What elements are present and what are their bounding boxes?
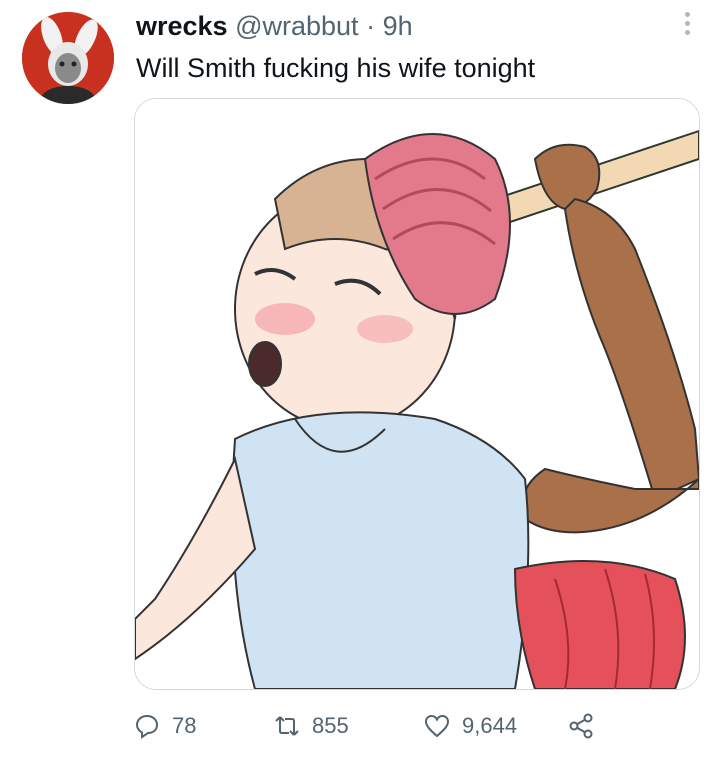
- retweet-icon: [274, 713, 300, 739]
- tweet-header: wrecks @wrabbut · 9h: [136, 10, 413, 42]
- share-button[interactable]: [568, 706, 606, 746]
- share-icon: [568, 713, 594, 739]
- reply-button[interactable]: 78: [134, 706, 196, 746]
- like-button[interactable]: 9,644: [424, 706, 517, 746]
- tweet-text: Will Smith fucking his wife tonight: [136, 53, 536, 83]
- reply-count: 78: [172, 713, 197, 738]
- user-handle[interactable]: @wrabbut: [235, 11, 358, 41]
- avatar[interactable]: [22, 12, 114, 104]
- more-options-icon[interactable]: [684, 12, 692, 36]
- like-icon: [424, 713, 450, 739]
- retweet-button[interactable]: 855: [274, 706, 349, 746]
- like-count: 9,644: [462, 713, 518, 738]
- retweet-count: 855: [312, 713, 349, 738]
- display-name[interactable]: wrecks: [136, 11, 228, 41]
- timestamp[interactable]: 9h: [383, 11, 413, 41]
- tweet-media-image[interactable]: [134, 98, 700, 690]
- reply-icon: [134, 713, 160, 739]
- separator-dot: ·: [366, 11, 376, 41]
- tweet-actions: 78 855 9,644: [134, 706, 634, 746]
